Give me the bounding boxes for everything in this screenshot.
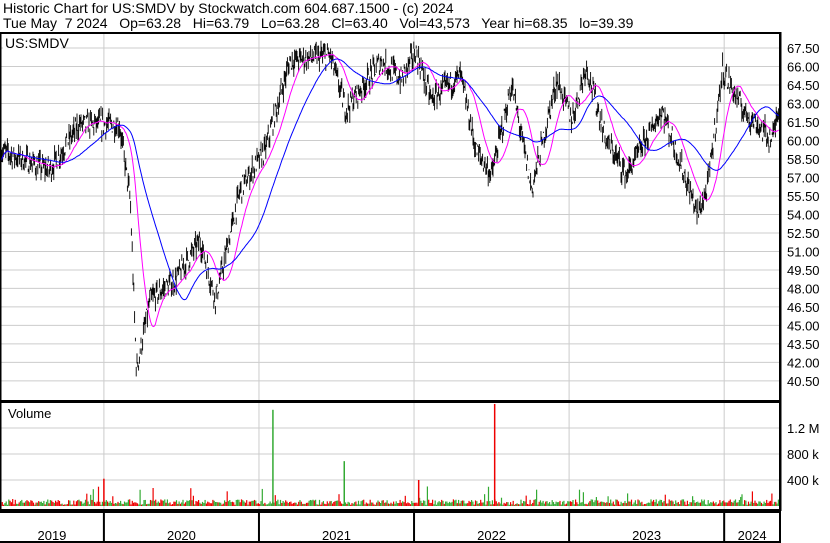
x-tick-label: 2024 <box>738 528 767 543</box>
y-tick-label: 45.00 <box>787 318 820 333</box>
y-tick-label: 64.50 <box>787 78 820 93</box>
x-tick-label: 2020 <box>167 528 196 543</box>
x-tick-label: 2023 <box>632 528 661 543</box>
y-tick-label: 43.50 <box>787 337 820 352</box>
y-tick-label: 67.50 <box>787 41 820 56</box>
y-tick-label: 49.50 <box>787 263 820 278</box>
volume-tick-label: 800 k <box>787 447 819 462</box>
y-tick-label: 54.00 <box>787 207 820 222</box>
y-tick-label: 60.00 <box>787 133 820 148</box>
y-tick-label: 51.00 <box>787 244 820 259</box>
price-panel-frame <box>0 32 782 402</box>
y-tick-label: 57.00 <box>787 170 820 185</box>
long-moving-average-line <box>0 58 779 301</box>
volume-tick-label: 400 k <box>787 473 819 488</box>
price-panel-label: US:SMDV <box>5 35 69 51</box>
y-tick-label: 52.50 <box>787 226 820 241</box>
y-tick-label: 42.00 <box>787 355 820 370</box>
x-tick-label: 2022 <box>477 528 506 543</box>
y-tick-label: 63.00 <box>787 96 820 111</box>
y-tick-label: 66.00 <box>787 59 820 74</box>
x-tick-label: 2021 <box>322 528 351 543</box>
volume-panel-frame <box>0 401 782 511</box>
y-tick-label: 48.00 <box>787 281 820 296</box>
volume-panel-label: Volume <box>8 406 51 421</box>
y-tick-label: 40.50 <box>787 374 820 389</box>
x-tick-label: 2019 <box>37 528 66 543</box>
y-tick-label: 55.50 <box>787 189 820 204</box>
chart-svg: 67.50 66.00 64.50 63.00 61.50 60.00 58.50 57.00… <box>0 32 820 543</box>
y-tick-label: 58.50 <box>787 152 820 167</box>
volume-tick-label: 1.2 M <box>787 421 820 436</box>
y-tick-label: 46.50 <box>787 300 820 315</box>
short-moving-average-line <box>0 54 779 328</box>
chart-root: Historic Chart for US:SMDV by Stockwatch… <box>0 0 830 543</box>
y-tick-label: 61.50 <box>787 115 820 130</box>
